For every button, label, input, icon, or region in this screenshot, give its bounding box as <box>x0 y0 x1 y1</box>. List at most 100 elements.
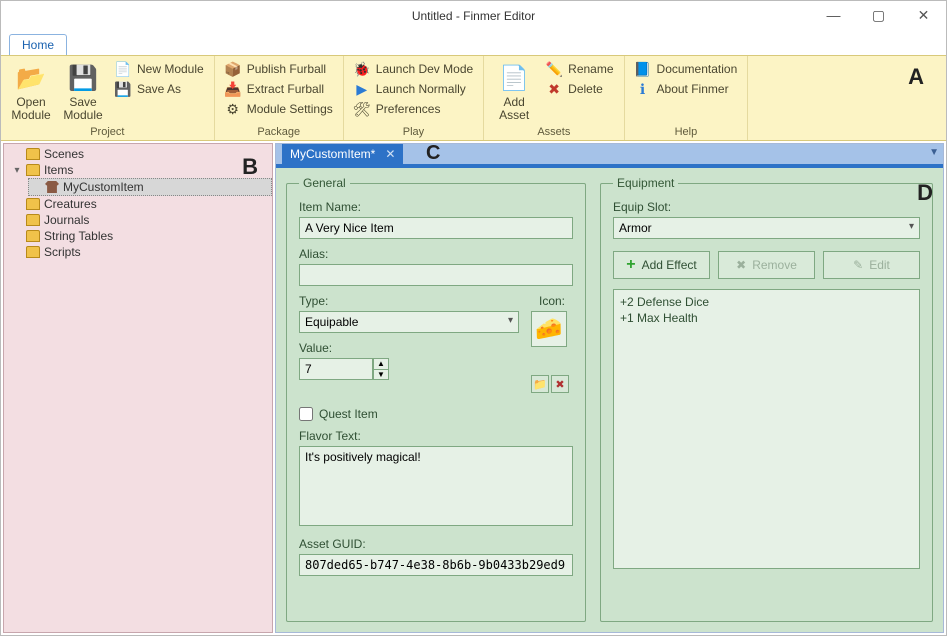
document-tabs: MyCustomItem* ✕ C ▼ <box>276 144 943 164</box>
editor-pane: MyCustomItem* ✕ C ▼ D General Item Name:… <box>275 143 944 633</box>
file-new-icon: 📄 <box>115 61 131 77</box>
save-module-button[interactable]: 💾 Save Module <box>59 60 107 124</box>
remove-icon: ✖ <box>736 258 746 272</box>
overlay-c: C <box>426 142 440 165</box>
folder-icon <box>26 214 40 226</box>
label-value: Value: <box>299 341 519 355</box>
doc-tab-mycustomitem[interactable]: MyCustomItem* ✕ <box>282 144 403 164</box>
item-name-input[interactable] <box>299 217 573 239</box>
save-icon: 💾 <box>67 62 99 94</box>
ribbon-group-help: 📘Documentation ℹAbout Finmer Help <box>625 56 749 140</box>
flavor-text-input[interactable]: It's positively magical! <box>299 446 573 526</box>
icon-clear-button[interactable]: ✖ <box>551 375 569 393</box>
minimize-button[interactable]: — <box>811 1 856 29</box>
publish-furball-button[interactable]: 📦Publish Furball <box>221 60 337 78</box>
tree-creatures[interactable]: Creatures <box>10 196 272 212</box>
close-tab-icon[interactable]: ✕ <box>385 147 395 161</box>
ribbon-group-package: 📦Publish Furball 📥Extract Furball ⚙Modul… <box>215 56 344 140</box>
label-item-name: Item Name: <box>299 200 573 214</box>
panel-equipment: Equipment Equip Slot: Armor +Add Effect … <box>600 176 933 622</box>
effect-row[interactable]: +1 Max Health <box>620 310 913 326</box>
about-button[interactable]: ℹAbout Finmer <box>631 80 742 98</box>
open-module-button[interactable]: 📂 Open Module <box>7 60 55 124</box>
edit-effect-button[interactable]: ✎Edit <box>823 251 920 279</box>
alias-input[interactable] <box>299 264 573 286</box>
delete-button[interactable]: ✖Delete <box>542 80 617 98</box>
label-guid: Asset GUID: <box>299 537 573 551</box>
wrench-icon: 🛠 <box>354 101 370 117</box>
label-flavor: Flavor Text: <box>299 429 573 443</box>
add-asset-button[interactable]: 📄 Add Asset <box>490 60 538 124</box>
main-area: B Scenes ▾Items MyCustomItem Creatures J… <box>1 141 946 635</box>
label-quest-item: Quest Item <box>319 407 378 421</box>
folder-icon <box>26 246 40 258</box>
tree-stringtables[interactable]: String Tables <box>10 228 272 244</box>
value-stepper[interactable]: ▲▼ <box>299 358 519 380</box>
rename-button[interactable]: ✏️Rename <box>542 60 617 78</box>
new-module-button[interactable]: 📄New Module <box>111 60 208 78</box>
tree-scripts[interactable]: Scripts <box>10 244 272 260</box>
extract-furball-button[interactable]: 📥Extract Furball <box>221 80 337 98</box>
group-label-assets: Assets <box>490 124 617 140</box>
tree-scenes[interactable]: Scenes <box>10 146 272 162</box>
panel-general: General Item Name: Alias: Type: Equipabl… <box>286 176 586 622</box>
legend-general: General <box>299 176 350 190</box>
value-input[interactable] <box>299 358 373 380</box>
save-as-button[interactable]: 💾Save As <box>111 80 208 98</box>
icon-browse-button[interactable]: 📁 <box>531 375 549 393</box>
label-alias: Alias: <box>299 247 573 261</box>
group-label-package: Package <box>221 124 337 140</box>
label-equip-slot: Equip Slot: <box>613 200 920 214</box>
asset-tree[interactable]: B Scenes ▾Items MyCustomItem Creatures J… <box>3 143 273 633</box>
ribbon-tabstrip: Home <box>1 31 946 55</box>
asset-guid-field <box>299 554 573 576</box>
rename-icon: ✏️ <box>546 61 562 77</box>
overlay-a: A <box>908 64 924 90</box>
launch-normal-button[interactable]: ▶Launch Normally <box>350 80 477 98</box>
ribbon-group-project: 📂 Open Module 💾 Save Module 📄New Module … <box>1 56 215 140</box>
documentation-button[interactable]: 📘Documentation <box>631 60 742 78</box>
folder-icon <box>26 164 40 176</box>
effects-list[interactable]: +2 Defense Dice +1 Max Health <box>613 289 920 569</box>
delete-icon: ✖ <box>546 81 562 97</box>
folder-icon <box>26 148 40 160</box>
preferences-button[interactable]: 🛠Preferences <box>350 100 477 118</box>
folder-icon <box>26 230 40 242</box>
type-select[interactable]: Equipable <box>299 311 519 333</box>
spin-down-icon[interactable]: ▼ <box>374 370 388 380</box>
form-area: D General Item Name: Alias: Type: Equipa… <box>276 164 943 632</box>
maximize-button[interactable]: ▢ <box>856 1 901 29</box>
remove-effect-button[interactable]: ✖Remove <box>718 251 815 279</box>
tree-item-mycustomitem[interactable]: MyCustomItem <box>28 178 272 196</box>
package-down-icon: 📥 <box>225 81 241 97</box>
legend-equipment: Equipment <box>613 176 678 190</box>
quest-item-checkbox[interactable] <box>299 407 313 421</box>
ribbon-group-play: 🐞Launch Dev Mode ▶Launch Normally 🛠Prefe… <box>344 56 484 140</box>
spin-up-icon[interactable]: ▲ <box>374 359 388 370</box>
close-button[interactable]: ✕ <box>901 1 946 29</box>
info-icon: ℹ <box>635 81 651 97</box>
add-effect-button[interactable]: +Add Effect <box>613 251 710 279</box>
plus-icon: + <box>626 256 635 274</box>
play-icon: ▶ <box>354 81 370 97</box>
module-settings-button[interactable]: ⚙Module Settings <box>221 100 337 118</box>
pencil-icon: ✎ <box>853 258 863 272</box>
tab-overflow-icon[interactable]: ▼ <box>929 147 939 158</box>
ribbon-group-assets: 📄 Add Asset ✏️Rename ✖Delete Assets <box>484 56 624 140</box>
gear-icon: ⚙ <box>225 101 241 117</box>
effect-row[interactable]: +2 Defense Dice <box>620 294 913 310</box>
tree-journals[interactable]: Journals <box>10 212 272 228</box>
bug-icon: 🐞 <box>354 61 370 77</box>
folder-icon <box>26 198 40 210</box>
book-icon: 📘 <box>635 61 651 77</box>
launch-dev-button[interactable]: 🐞Launch Dev Mode <box>350 60 477 78</box>
group-label-help: Help <box>631 124 742 140</box>
add-asset-icon: 📄 <box>498 62 530 94</box>
equip-slot-select[interactable]: Armor <box>613 217 920 239</box>
label-icon: Icon: <box>531 294 573 308</box>
collapse-icon[interactable]: ▾ <box>12 165 22 176</box>
overlay-d: D <box>917 180 933 206</box>
overlay-b: B <box>242 154 258 180</box>
tab-home[interactable]: Home <box>9 34 67 55</box>
tree-items[interactable]: ▾Items <box>10 162 272 178</box>
